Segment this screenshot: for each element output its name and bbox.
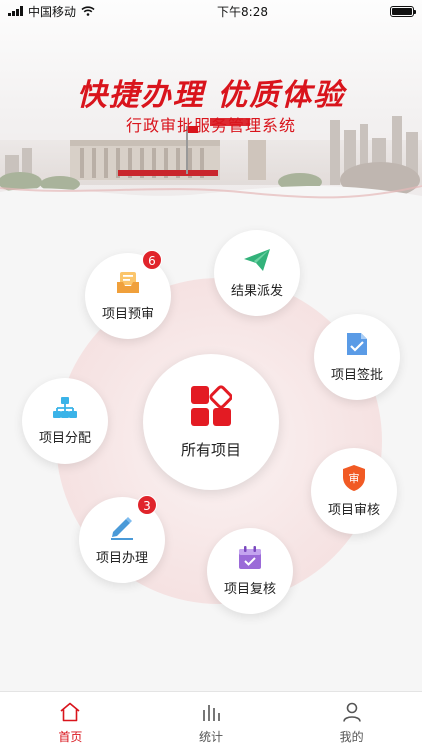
tab-label: 我的 (339, 730, 364, 744)
notification-badge: 3 (137, 495, 157, 515)
tab-home[interactable]: 首页 (0, 692, 141, 750)
banner-subtitle: 行政审批服务管理系统 (125, 116, 296, 135)
status-time: 下午8:28 (217, 4, 268, 19)
tab-bar: 首页 统计 我的 (0, 691, 422, 750)
signal-icon (8, 6, 23, 16)
pen-icon (111, 517, 133, 540)
paper-plane-icon (244, 249, 270, 271)
node-label: 项目签批 (330, 368, 383, 383)
node-label: 项目审核 (327, 503, 380, 518)
node-label: 项目复核 (223, 582, 276, 597)
carrier-name: 中国移动 (28, 4, 77, 19)
bar-chart-icon (203, 705, 220, 721)
all-projects-button[interactable]: 所有项目 (143, 354, 279, 490)
node-project-preview[interactable]: 项目预审 6 (85, 250, 171, 339)
notification-badge: 6 (142, 250, 162, 270)
tab-statistics[interactable]: 统计 (141, 692, 282, 750)
tab-label: 首页 (58, 730, 83, 744)
node-label: 项目办理 (95, 551, 148, 566)
node-label: 项目预审 (101, 307, 154, 322)
svg-text:审: 审 (349, 471, 360, 485)
node-project-review[interactable]: 审 项目审核 (311, 448, 397, 534)
banner: 快捷办理 优质体验 行政审批服务管理系统 (0, 0, 422, 205)
grid-icon (191, 384, 232, 426)
node-result-dispatch[interactable]: 结果派发 (214, 230, 300, 316)
banner-title: 快捷办理 优质体验 (76, 78, 346, 113)
org-chart-icon (53, 397, 77, 418)
node-project-recheck[interactable]: 项目复核 (207, 528, 293, 614)
node-project-assign[interactable]: 项目分配 (22, 378, 108, 464)
home-icon (60, 702, 80, 722)
node-label: 结果派发 (230, 284, 283, 299)
node-project-sign[interactable]: 项目签批 (314, 314, 400, 400)
mail-tray-icon (117, 272, 139, 293)
user-icon (342, 702, 361, 722)
battery-icon (390, 5, 416, 17)
status-bar: 中国移动 下午8:28 (0, 0, 422, 22)
wifi-icon (81, 6, 95, 16)
tab-label: 统计 (199, 730, 224, 744)
shield-icon: 审 (343, 465, 365, 491)
tab-mine[interactable]: 我的 (281, 692, 422, 750)
all-projects-label: 所有项目 (180, 440, 241, 459)
node-project-handle[interactable]: 项目办理 3 (79, 495, 165, 583)
node-label: 项目分配 (38, 431, 91, 446)
calendar-check-icon (239, 546, 261, 569)
document-check-icon (347, 333, 367, 355)
